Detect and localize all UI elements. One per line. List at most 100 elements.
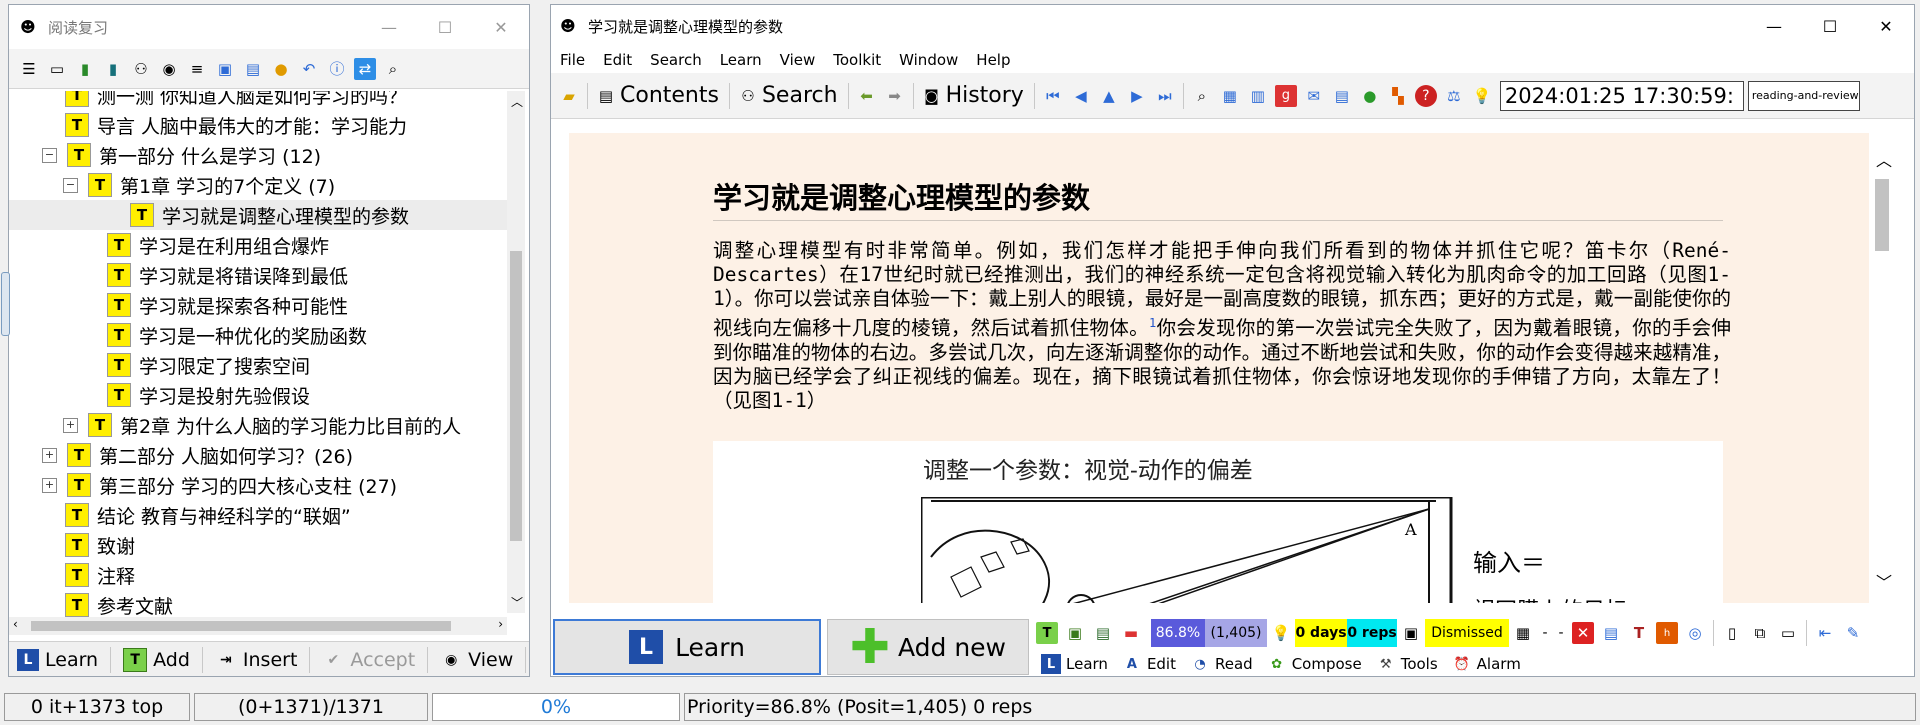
paste-icon[interactable]: ▭ bbox=[1777, 622, 1799, 644]
position-chip[interactable]: (1,405) bbox=[1205, 619, 1267, 647]
calendar-icon[interactable]: ▣ bbox=[1400, 622, 1422, 644]
parent-icon[interactable]: ▲ bbox=[1098, 85, 1120, 107]
text-icon[interactable]: T bbox=[1628, 622, 1650, 644]
tree-node[interactable]: T 导言 人脑中最伟大的才能：学习能力 bbox=[65, 110, 407, 140]
tree-node[interactable]: + T 第2章 为什么人脑的学习能力比目前的人 bbox=[63, 410, 461, 440]
history-button[interactable]: History bbox=[946, 83, 1024, 108]
references-icon[interactable]: ▣ bbox=[1064, 622, 1086, 644]
orange-circle-icon[interactable]: ● bbox=[270, 58, 292, 80]
tab-alarm[interactable]: ⏰ Alarm bbox=[1452, 654, 1521, 674]
tree-node[interactable]: T 致谢 bbox=[65, 530, 135, 560]
id-card-icon[interactable]: ▦ bbox=[1219, 85, 1241, 107]
collapse-icon[interactable]: − bbox=[63, 177, 78, 193]
new-doc-icon[interactable]: ▯ bbox=[1721, 622, 1743, 644]
html-icon[interactable]: h bbox=[1656, 622, 1678, 644]
article-scroll-thumb[interactable] bbox=[1875, 179, 1889, 251]
binoculars-icon[interactable]: ⚇ bbox=[130, 58, 152, 80]
delete-icon[interactable]: ✕ bbox=[1572, 622, 1594, 644]
learn-big-button[interactable]: L Learn bbox=[553, 619, 821, 675]
search-button[interactable]: Search bbox=[762, 83, 838, 108]
help-icon[interactable]: ? bbox=[1414, 84, 1437, 107]
mail-icon[interactable]: ✉ bbox=[1303, 85, 1325, 107]
lightbulb-icon[interactable]: 💡 bbox=[1471, 85, 1493, 107]
swap-icon[interactable]: ⇄ bbox=[354, 57, 376, 80]
previous-icon[interactable]: ◀ bbox=[1070, 85, 1092, 107]
menu-item-view[interactable]: View bbox=[771, 51, 825, 69]
tree-node[interactable]: T 注释 bbox=[65, 560, 135, 590]
tab-learn[interactable]: L Learn bbox=[1041, 654, 1108, 674]
balance-icon[interactable]: ⚖ bbox=[1443, 85, 1465, 107]
tree-node[interactable]: − T 第一部分 什么是学习 (12) bbox=[42, 140, 321, 170]
datetime-field[interactable]: 2024:01:25 17:30:59: bbox=[1499, 80, 1744, 111]
menu-item-learn[interactable]: Learn bbox=[711, 51, 771, 69]
tree-node[interactable]: + T 第二部分 人脑如何学习？(26) bbox=[42, 440, 353, 470]
close-button[interactable]: ✕ bbox=[473, 5, 529, 49]
maximize-button[interactable]: ☐ bbox=[417, 5, 473, 49]
tree-node[interactable]: − T 第1章 学习的7个定义 (7) bbox=[63, 170, 335, 200]
tab-tools[interactable]: ⚒ Tools bbox=[1376, 654, 1438, 674]
collapse-icon[interactable]: − bbox=[42, 147, 57, 163]
magnifier-icon[interactable]: ⌕ bbox=[382, 58, 404, 80]
copy-icon[interactable]: ⧉ bbox=[1749, 622, 1771, 644]
article-vertical-scrollbar[interactable]: ︿ ﹀ bbox=[1869, 145, 1895, 595]
edit-icon[interactable]: ✎ bbox=[1842, 622, 1864, 644]
flag-icon[interactable]: ▬ bbox=[1120, 622, 1142, 644]
registry-icon[interactable]: ▤ bbox=[1331, 85, 1353, 107]
topic-icon[interactable]: T bbox=[1036, 622, 1058, 644]
tree-node[interactable]: T 学习限定了搜索空间 bbox=[107, 350, 310, 380]
open-book-icon[interactable]: ▥ bbox=[1247, 85, 1269, 107]
list-icon[interactable]: ☰ bbox=[18, 58, 40, 80]
tab-read[interactable]: ◔ Read bbox=[1190, 654, 1252, 674]
magnifier-icon[interactable]: ⌕ bbox=[1191, 85, 1213, 107]
bulb-icon[interactable]: 💡 bbox=[1270, 622, 1292, 644]
add-button[interactable]: T Add bbox=[115, 642, 198, 676]
minimize-button[interactable]: — bbox=[1746, 5, 1802, 48]
tree-node[interactable]: T 学习就是将错误降到最低 bbox=[107, 260, 348, 290]
back-arrow-icon[interactable]: ⬅ bbox=[856, 85, 878, 107]
forward-arrow-icon[interactable]: ➡ bbox=[884, 85, 906, 107]
menu-item-toolkit[interactable]: Toolkit bbox=[824, 51, 890, 69]
windows-icon[interactable]: ▚ bbox=[1387, 85, 1409, 107]
next-icon[interactable]: ▶ bbox=[1126, 85, 1148, 107]
tree-node[interactable]: T 学习是投射先验假设 bbox=[107, 380, 310, 410]
maximize-button[interactable]: ☐ bbox=[1802, 5, 1858, 48]
schedule-icon[interactable]: ▦ bbox=[1512, 622, 1534, 644]
expand-icon[interactable]: + bbox=[63, 417, 78, 433]
tree-node[interactable]: T 测一测 你知道人脑是如何学习的吗？ bbox=[65, 91, 407, 110]
article-panel[interactable]: 学习就是调整心理模型的参数 调整心理模型有时非常简单。例如，我们怎样才能把手伸向… bbox=[569, 133, 1869, 603]
tree-node[interactable]: T 参考文献 bbox=[65, 590, 173, 620]
tree-horizontal-scrollbar[interactable]: ‹ › bbox=[9, 617, 507, 635]
tree-node[interactable]: T 学习就是调整心理模型的参数 bbox=[9, 200, 507, 230]
contents-button[interactable]: Contents bbox=[620, 83, 719, 108]
minimize-button[interactable]: — bbox=[361, 5, 417, 49]
import-icon[interactable]: ⇤ bbox=[1814, 622, 1836, 644]
template-icon[interactable]: ▤ bbox=[1600, 622, 1622, 644]
menu-item-file[interactable]: File bbox=[551, 51, 594, 69]
dock-handle[interactable] bbox=[1, 272, 10, 336]
image-icon[interactable]: ▣ bbox=[214, 58, 236, 80]
first-icon[interactable]: ⏮ bbox=[1042, 85, 1064, 107]
menu-item-window[interactable]: Window bbox=[890, 51, 967, 69]
google-icon[interactable]: g bbox=[1274, 84, 1297, 107]
tree-node[interactable]: + T 第三部分 学习的四大核心支柱 (27) bbox=[42, 470, 397, 500]
tab-compose[interactable]: ✿ Compose bbox=[1267, 654, 1361, 674]
undo-icon[interactable]: ↶ bbox=[298, 58, 320, 80]
tree-vertical-scrollbar[interactable]: ︿ ﹀ bbox=[507, 91, 525, 613]
outline-icon[interactable]: ≡ bbox=[186, 58, 208, 80]
green-circle-icon[interactable]: ● bbox=[1359, 85, 1381, 107]
target-icon[interactable]: ◎ bbox=[1684, 622, 1706, 644]
insert-button[interactable]: ⇥ Insert bbox=[207, 642, 306, 676]
menu-item-search[interactable]: Search bbox=[641, 51, 711, 69]
menu-item-edit[interactable]: Edit bbox=[594, 51, 641, 69]
book-teal-icon[interactable]: ▮ bbox=[102, 58, 124, 80]
window-icon[interactable]: ▭ bbox=[46, 58, 68, 80]
tree-node[interactable]: T 学习是在利用组合爆炸 bbox=[107, 230, 329, 260]
category-field[interactable]: reading-and-review (S bbox=[1747, 80, 1860, 111]
accept-button[interactable]: ✔ Accept bbox=[314, 642, 423, 676]
eye-icon[interactable]: ◉ bbox=[158, 58, 180, 80]
book-green-icon[interactable]: ▮ bbox=[74, 58, 96, 80]
tree-node[interactable]: T 结论 教育与神经科学的“联姻” bbox=[65, 500, 351, 530]
folder-icon[interactable]: ▰ bbox=[558, 85, 580, 107]
tree-scroll-thumb[interactable] bbox=[510, 251, 522, 541]
tab-edit[interactable]: A Edit bbox=[1122, 654, 1176, 674]
